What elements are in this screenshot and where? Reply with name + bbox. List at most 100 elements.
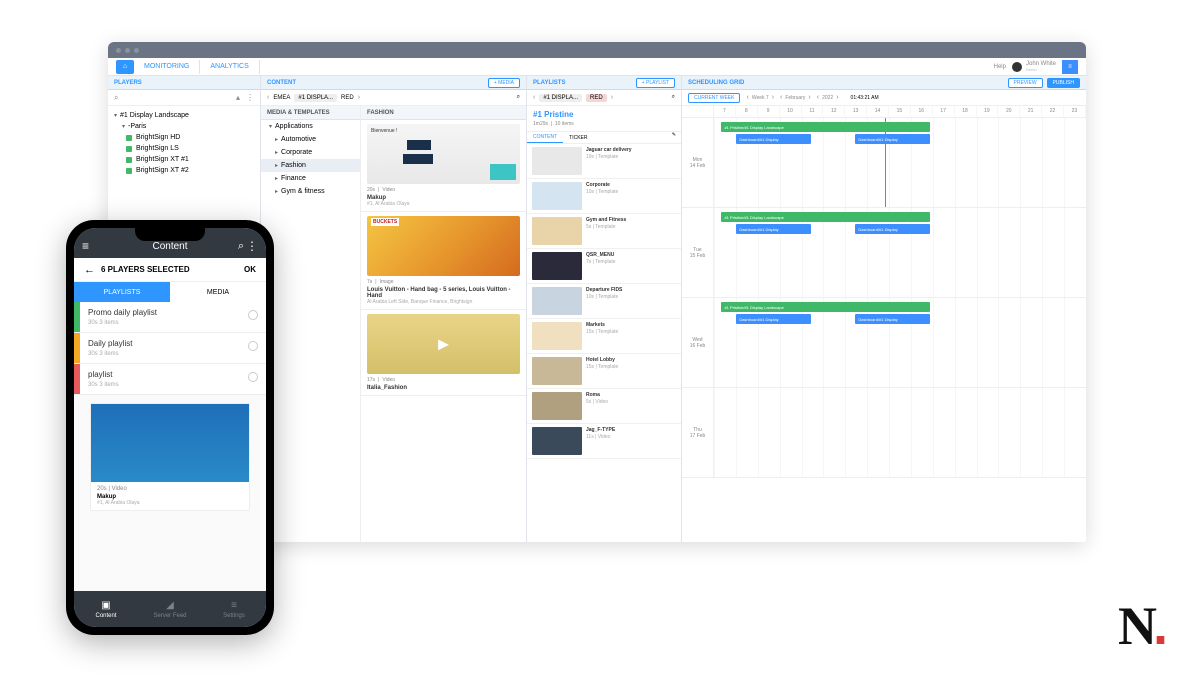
playlist-item[interactable]: Hotel Lobby15s | Template: [527, 354, 681, 389]
phone-playlist-item[interactable]: Promo daily playlist30s 3 items: [74, 302, 266, 333]
tree-paris[interactable]: ▾-Paris: [114, 121, 254, 132]
content-panel: CONTENT + MEDIA ‹ EMEA #1 DISPLA... RED …: [261, 76, 527, 542]
search-icon[interactable]: ⌕: [517, 94, 520, 101]
tab-analytics[interactable]: ANALYTICS: [200, 60, 259, 74]
hour-cell: 15: [889, 106, 911, 117]
phone-playlist-item[interactable]: Daily playlist30s 3 items: [74, 333, 266, 364]
mt-item[interactable]: ▸Corporate: [261, 146, 360, 159]
filter-icon[interactable]: ▴: [236, 93, 240, 102]
mt-item[interactable]: ▸Finance: [261, 172, 360, 185]
mt-item[interactable]: ▸Fashion: [261, 159, 360, 172]
bc-item[interactable]: #1 DISPLA...: [294, 94, 337, 102]
help-link[interactable]: Help: [994, 64, 1006, 70]
playlist-item[interactable]: Corporate10s | Template: [527, 179, 681, 214]
tab-monitoring[interactable]: MONITORING: [134, 60, 200, 74]
player-item[interactable]: BrightSign LS: [114, 143, 254, 154]
titlebar: [108, 42, 1086, 58]
event-blue[interactable]: Dashboard/#1 Display: [855, 224, 929, 234]
mt-item[interactable]: ▸Gym & fitness: [261, 185, 360, 198]
publish-button[interactable]: PUBLISH: [1047, 78, 1080, 88]
ok-button[interactable]: OK: [244, 265, 256, 274]
edit-icon[interactable]: ✎: [667, 132, 681, 143]
mt-item[interactable]: ▸Automotive: [261, 133, 360, 146]
day-row: Thu17 Feb: [682, 388, 1086, 478]
phone-nav-server[interactable]: ◢Server Feed: [138, 591, 202, 627]
add-playlist-button[interactable]: + PLAYLIST: [636, 78, 675, 88]
phone-nav-settings[interactable]: ≡Settings: [202, 591, 266, 627]
preview-button[interactable]: PREVIEW: [1008, 78, 1043, 88]
phone-mockup: ≡ Content ⌕ ⋮ ← 6 PLAYERS SELECTED OK PL…: [66, 220, 274, 635]
content-breadcrumb: ‹ EMEA #1 DISPLA... RED › ⌕: [261, 90, 526, 106]
menu-icon[interactable]: ≡: [82, 239, 89, 253]
bc-next-icon[interactable]: ›: [358, 94, 360, 101]
hour-cell: 10: [780, 106, 802, 117]
user-chip[interactable]: John White Demo: [1012, 61, 1056, 72]
tree-root[interactable]: ▾#1 Display Landscape: [114, 110, 254, 121]
playlist-item[interactable]: Departure FIDS10s | Template: [527, 284, 681, 319]
phone-media-sub: #1, Al Arabia Olaya: [97, 500, 243, 506]
event-blue[interactable]: Dashboard/#1 Display: [855, 134, 929, 144]
month-nav[interactable]: ‹February›: [780, 94, 811, 101]
sched-title: SCHEDULING GRID: [688, 80, 744, 86]
bc-next-icon[interactable]: ›: [611, 94, 613, 101]
day-row: Tue15 Feb#1 Pristine/#1 Display Landscap…: [682, 208, 1086, 298]
player-item[interactable]: BrightSign HD: [114, 132, 254, 143]
bc-item[interactable]: RED: [586, 94, 607, 102]
more-icon[interactable]: ⋮: [246, 239, 258, 253]
event-blue[interactable]: Dashboard/#1 Display: [855, 314, 929, 324]
media-card[interactable]: BUCKETS7s | ImageLouis Vuitton - Hand ba…: [361, 212, 526, 310]
playlist-item[interactable]: Gym and Fitness5s | Template: [527, 214, 681, 249]
hour-cell: 7: [714, 106, 736, 117]
playlist-item[interactable]: Markets15s | Template: [527, 319, 681, 354]
phone-tab-media[interactable]: MEDIA: [170, 282, 266, 302]
players-title: PLAYERS: [114, 80, 142, 86]
player-item[interactable]: BrightSign XT #2: [114, 165, 254, 176]
week-nav[interactable]: ‹Week 7›: [746, 94, 774, 101]
event-green[interactable]: #1 Pristine/#1 Display Landscape: [721, 212, 929, 222]
playlist-item[interactable]: Roma5s | Video: [527, 389, 681, 424]
settings-button[interactable]: ≡: [1062, 60, 1078, 74]
add-media-button[interactable]: + MEDIA: [488, 78, 520, 88]
current-week-button[interactable]: CURRENT WEEK: [688, 93, 740, 103]
search-icon[interactable]: ⌕: [672, 94, 675, 101]
bc-prev-icon[interactable]: ‹: [267, 94, 269, 101]
player-item[interactable]: BrightSign XT #1: [114, 154, 254, 165]
bc-prev-icon[interactable]: ‹: [533, 94, 535, 101]
phone-nav-content[interactable]: ▣Content: [74, 591, 138, 627]
playlist-item[interactable]: Jaguar car delivery19s | Template: [527, 144, 681, 179]
home-button[interactable]: ⌂: [116, 60, 134, 74]
event-green[interactable]: #1 Pristine/#1 Display Landscape: [721, 302, 929, 312]
year-nav[interactable]: ‹2022›: [817, 94, 839, 101]
more-icon[interactable]: ⋮: [246, 93, 254, 102]
search-icon[interactable]: ⌕: [114, 93, 118, 103]
media-card[interactable]: ▶17s | VideoItalia_Fashion: [361, 310, 526, 396]
phone-playlist-item[interactable]: playlist30s 3 items: [74, 364, 266, 395]
phone-tab-playlists[interactable]: PLAYLISTS: [74, 282, 170, 302]
event-green[interactable]: #1 Pristine/#1 Display Landscape: [721, 122, 929, 132]
content-title: CONTENT: [267, 80, 296, 86]
playlists-title: PLAYLISTS: [533, 80, 565, 86]
fashion-column: FASHION Bienvenue !20s | VideoMakup#1, A…: [361, 106, 526, 542]
playlist-item[interactable]: Jag_F-TYPE11s | Video: [527, 424, 681, 459]
search-icon[interactable]: ⌕: [238, 240, 244, 253]
playlist-item[interactable]: QSR_MENU7s | Template: [527, 249, 681, 284]
media-card[interactable]: Bienvenue !20s | VideoMakup#1, Al Arabia…: [361, 120, 526, 212]
bc-item[interactable]: #1 DISPLA...: [539, 94, 582, 102]
hour-cell: 16: [911, 106, 933, 117]
back-icon[interactable]: ←: [84, 264, 95, 276]
hour-cell: 18: [955, 106, 977, 117]
hour-cell: 17: [933, 106, 955, 117]
bc-item[interactable]: RED: [341, 95, 354, 101]
phone-media-card[interactable]: 20s | Video Makup #1, Al Arabia Olaya: [90, 403, 250, 511]
event-blue[interactable]: Dashboard/#1 Display: [736, 134, 810, 144]
event-blue[interactable]: Dashboard/#1 Display: [736, 224, 810, 234]
event-blue[interactable]: Dashboard/#1 Display: [736, 314, 810, 324]
hour-cell: 9: [758, 106, 780, 117]
bc-item[interactable]: EMEA: [273, 95, 290, 101]
hour-cell: 13: [845, 106, 867, 117]
tab-ticker[interactable]: TICKER: [563, 132, 593, 143]
mt-apps[interactable]: ▾Applications: [261, 120, 360, 133]
user-sub: Demo: [1026, 67, 1056, 72]
hour-cell: 11: [802, 106, 824, 117]
tab-content[interactable]: CONTENT: [527, 132, 563, 143]
